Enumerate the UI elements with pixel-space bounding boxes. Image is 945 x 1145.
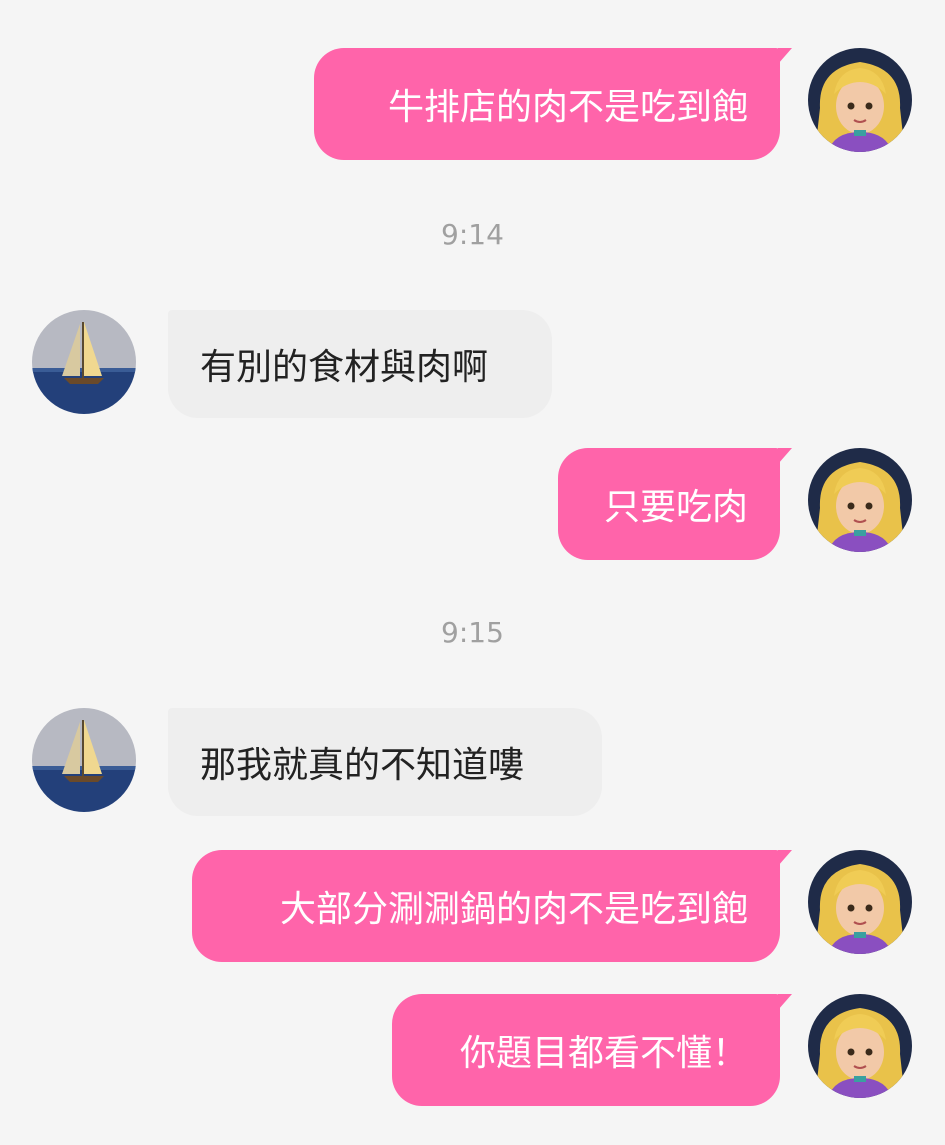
outgoing-message-bubble[interactable]: 大部分涮涮鍋的肉不是吃到飽 [192, 850, 792, 962]
message-text: 那我就真的不知道嘍 [200, 745, 525, 786]
blonde-girl-icon [808, 994, 912, 1098]
message-text: 大部分涮涮鍋的肉不是吃到飽 [279, 889, 748, 930]
my-avatar[interactable] [808, 48, 912, 152]
my-avatar[interactable] [808, 994, 912, 1098]
timestamp: 9:15 [441, 616, 504, 649]
contact-avatar[interactable] [32, 708, 136, 812]
message-text: 你題目都看不懂！ [459, 1033, 748, 1074]
message-text: 有別的食材與肉啊 [200, 347, 489, 388]
chat-thread: 牛排店的肉不是吃到飽 9:14 有別的食材與肉啊 只要吃肉 9:15 那我就真的… [0, 0, 945, 1145]
my-avatar[interactable] [808, 448, 912, 552]
sailboat-icon [32, 708, 136, 812]
contact-avatar[interactable] [32, 310, 136, 414]
blonde-girl-icon [808, 48, 912, 152]
blonde-girl-icon [808, 448, 912, 552]
my-avatar[interactable] [808, 850, 912, 954]
outgoing-message-bubble[interactable]: 牛排店的肉不是吃到飽 [314, 48, 792, 160]
incoming-message-bubble[interactable]: 有別的食材與肉啊 [168, 310, 552, 418]
incoming-message-bubble[interactable]: 那我就真的不知道嘍 [168, 708, 602, 816]
message-text: 牛排店的肉不是吃到飽 [387, 87, 748, 128]
timestamp: 9:14 [441, 218, 504, 251]
outgoing-message-bubble[interactable]: 你題目都看不懂！ [392, 994, 792, 1106]
blonde-girl-icon [808, 850, 912, 954]
outgoing-message-bubble[interactable]: 只要吃肉 [558, 448, 792, 560]
message-text: 只要吃肉 [603, 487, 748, 528]
sailboat-icon [32, 310, 136, 414]
